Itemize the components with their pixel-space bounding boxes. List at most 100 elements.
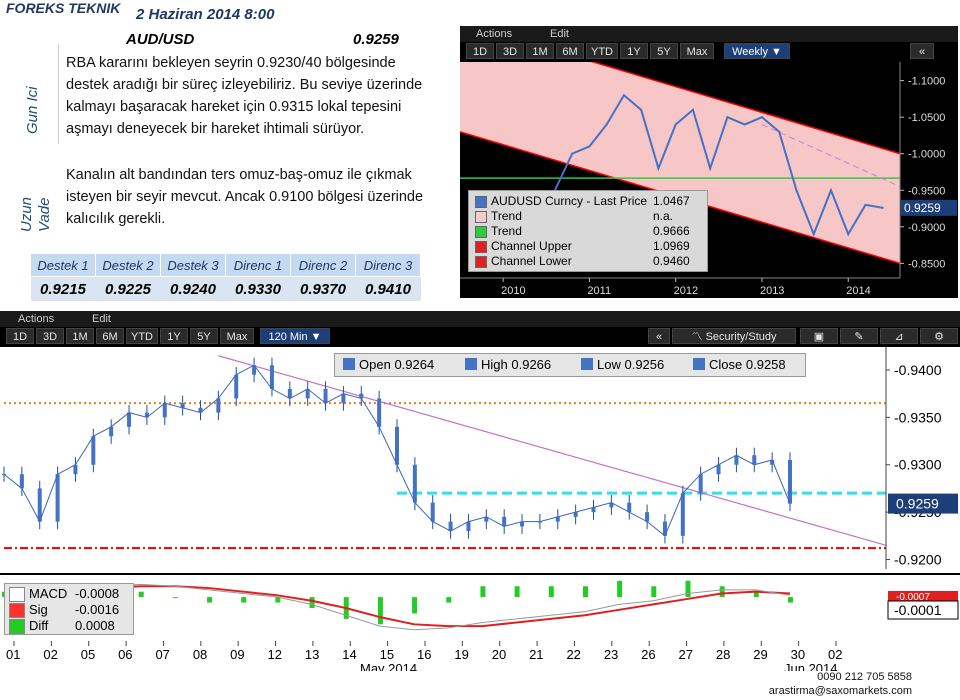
legend-entry: Channel Lower 0.9460 bbox=[475, 254, 701, 268]
candle-body bbox=[395, 426, 399, 465]
range-max-button[interactable]: Max bbox=[220, 328, 254, 344]
commentary-line: destek aradığı bir süreç izleyebiliriz. … bbox=[66, 77, 423, 93]
actions-menu[interactable]: Actions bbox=[476, 28, 512, 40]
annotate-icon[interactable]: ⊿ bbox=[880, 328, 918, 344]
collapse-button[interactable]: « bbox=[648, 328, 670, 344]
low-label: Low 0.9256 bbox=[597, 357, 664, 372]
price-point bbox=[674, 123, 677, 126]
x-tick-label: 05 bbox=[81, 647, 95, 662]
brand-title: FOREKS TEKNIK bbox=[6, 0, 121, 16]
levels-value-row: 0.9215 0.9225 0.9240 0.9330 0.9370 0.941… bbox=[30, 276, 421, 301]
weekly-chart-panel: Actions Edit 1D 3D 1M 6M YTD 1Y 5Y Max W… bbox=[460, 26, 958, 298]
security-study-button[interactable]: 〽 Security/Study bbox=[672, 328, 796, 344]
x-tick-label: 16 bbox=[417, 647, 431, 662]
candle-body bbox=[216, 398, 221, 413]
actions-menu[interactable]: Actions bbox=[18, 313, 54, 325]
range-3d-button[interactable]: 3D bbox=[496, 43, 524, 59]
gear-icon[interactable]: ⚙ bbox=[920, 328, 958, 344]
x-tick-label: 2010 bbox=[501, 285, 525, 297]
contact-phone: 0090 212 705 5858 bbox=[817, 671, 912, 683]
range-1d-button[interactable]: 1D bbox=[6, 328, 34, 344]
range-6m-button[interactable]: 6M bbox=[556, 43, 584, 59]
price-point bbox=[691, 108, 694, 111]
macd-diff-bar bbox=[582, 586, 588, 598]
candle-body bbox=[323, 388, 328, 404]
range-5y-button[interactable]: 5Y bbox=[650, 43, 678, 59]
x-tick-label: 01 bbox=[6, 647, 20, 662]
edit-menu[interactable]: Edit bbox=[550, 28, 569, 40]
ohlc-label: Close bbox=[709, 357, 743, 372]
levels-header-row: Destek 1 Destek 2 Destek 3 Direnc 1 Dire… bbox=[30, 253, 421, 277]
range-1m-button[interactable]: 1M bbox=[66, 328, 94, 344]
range-1y-button[interactable]: 1Y bbox=[160, 328, 188, 344]
save-icon[interactable]: ▣ bbox=[800, 328, 838, 344]
commentary-line: Kanalın alt bandından ters omuz-baş-omuz… bbox=[66, 167, 412, 183]
price-point bbox=[864, 203, 867, 206]
candle-body bbox=[19, 474, 24, 489]
macd-diff-bar bbox=[377, 597, 383, 625]
candle-body bbox=[645, 512, 650, 522]
y-tick-label: -0.9350 bbox=[894, 409, 942, 425]
range-1d-button[interactable]: 1D bbox=[466, 43, 494, 59]
macd-diff-bar bbox=[138, 591, 144, 598]
period-label: Weekly bbox=[732, 46, 768, 58]
commentary-line: isteyen bir seyir mevcut. Ancak 0.9100 b… bbox=[66, 189, 424, 205]
period-select[interactable]: Weekly ▼ bbox=[724, 43, 790, 59]
macd-diff-bar bbox=[548, 586, 554, 598]
legend-value: 0.9460 bbox=[653, 254, 690, 268]
legend-name: MACD bbox=[29, 586, 68, 601]
price-point bbox=[881, 206, 884, 209]
contact-email: arastirma@saxomarkets.com bbox=[768, 685, 912, 697]
chevron-down-icon: ▼ bbox=[771, 46, 782, 58]
price-point bbox=[640, 108, 643, 111]
open-swatch bbox=[343, 358, 355, 370]
candle-body bbox=[341, 393, 346, 404]
low-swatch bbox=[581, 358, 593, 370]
period-select[interactable]: 120 Min ▼ bbox=[260, 328, 330, 344]
x-tick-label: 19 bbox=[454, 647, 468, 662]
price-point bbox=[709, 167, 712, 170]
macd-diff-bar bbox=[617, 580, 623, 598]
legend-name: Channel Upper bbox=[491, 239, 572, 253]
ohlc-value: 0.9266 bbox=[511, 357, 552, 372]
x-tick-label: 30 bbox=[791, 647, 805, 662]
range-6m-button[interactable]: 6M bbox=[96, 328, 124, 344]
x-tick-label: 29 bbox=[753, 647, 767, 662]
edit-menu[interactable]: Edit bbox=[92, 313, 111, 325]
range-1y-button[interactable]: 1Y bbox=[620, 43, 648, 59]
high-swatch bbox=[465, 358, 477, 370]
legend-value: 1.0969 bbox=[653, 239, 690, 253]
ohlc-legend: Open 0.9264 High 0.9266 Low 0.9256 Close… bbox=[334, 353, 806, 377]
level-header: Destek 2 bbox=[95, 253, 161, 277]
range-ytd-button[interactable]: YTD bbox=[586, 43, 618, 59]
range-ytd-button[interactable]: YTD bbox=[126, 328, 158, 344]
open-label: Open 0.9264 bbox=[359, 357, 434, 372]
weekly-menu-bar: Actions Edit bbox=[460, 26, 958, 42]
range-5y-button[interactable]: 5Y bbox=[190, 328, 218, 344]
range-max-button[interactable]: Max bbox=[680, 43, 714, 59]
range-1m-button[interactable]: 1M bbox=[526, 43, 554, 59]
edit-icon[interactable]: ✎ bbox=[840, 328, 878, 344]
legend-name: Trend bbox=[491, 224, 522, 238]
x-tick-label: 08 bbox=[193, 647, 207, 662]
short-term-commentary: RBA kararını bekleyen seyrin 0.9230/40 b… bbox=[66, 52, 422, 140]
level-value: 0.9240 bbox=[160, 276, 226, 301]
legend-swatch bbox=[475, 196, 487, 208]
intraday-range-bar: 1D 3D 1M 6M YTD 1Y 5Y Max 120 Min ▼ « 〽 … bbox=[0, 328, 960, 346]
legend-entry: Channel Upper 1.0969 bbox=[475, 239, 701, 253]
candle-body bbox=[716, 464, 721, 475]
period-label: 120 Min bbox=[268, 331, 308, 343]
x-tick-label: 12 bbox=[268, 647, 282, 662]
legend-swatch bbox=[475, 226, 487, 238]
ohlc-value: 0.9258 bbox=[745, 357, 786, 372]
price-point bbox=[812, 233, 815, 236]
range-3d-button[interactable]: 3D bbox=[36, 328, 64, 344]
macd-diff-bar bbox=[207, 597, 213, 603]
candle-body bbox=[627, 502, 632, 513]
y-tick-label: -0.8500 bbox=[908, 258, 945, 270]
collapse-button[interactable]: « bbox=[910, 43, 934, 59]
legend-name: Sig bbox=[29, 602, 48, 617]
x-tick-label: 02 bbox=[828, 647, 842, 662]
macd-diff-bar bbox=[480, 586, 486, 598]
legend-value: n.a. bbox=[653, 209, 674, 223]
